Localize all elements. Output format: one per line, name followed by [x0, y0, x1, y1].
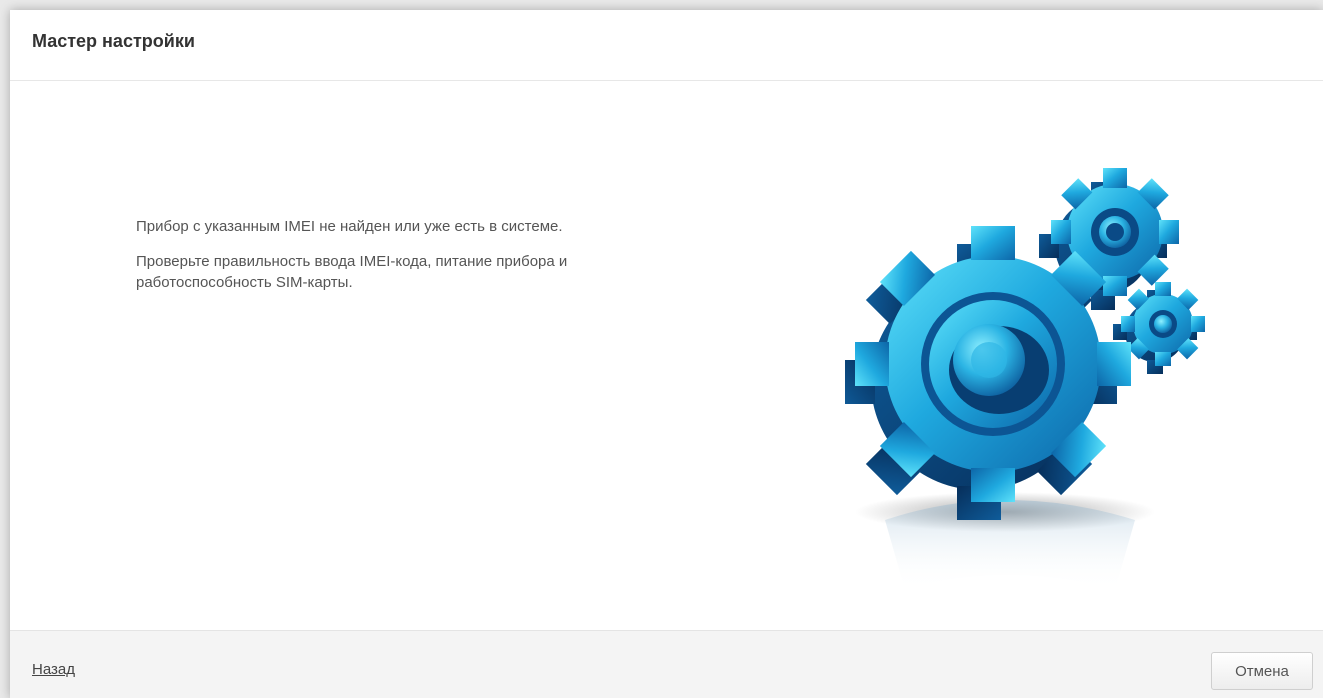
- dialog-footer: Назад Отмена: [10, 630, 1323, 698]
- error-message-line-1: Прибор с указанным IMEI не найден или уж…: [136, 218, 563, 235]
- error-message-line-2: Проверьте правильность ввода IMEI-кода, …: [136, 253, 568, 291]
- dialog-header: Мастер настройки: [10, 10, 1323, 81]
- error-message: Прибор с указанным IMEI не найден или уж…: [136, 216, 636, 307]
- back-link[interactable]: Назад: [32, 661, 75, 678]
- cancel-button[interactable]: Отмена: [1211, 652, 1313, 690]
- gears-icon: [845, 168, 1205, 590]
- dialog-title: Мастер настройки: [32, 31, 195, 51]
- setup-wizard-dialog: Мастер настройки Прибор с указанным IMEI…: [10, 10, 1323, 698]
